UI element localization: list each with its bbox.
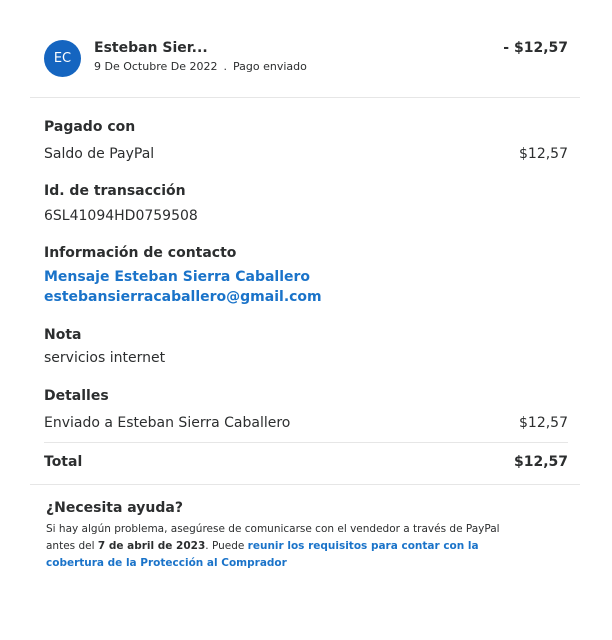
divider [44,442,568,443]
payment-amount: $12,57 [519,146,568,162]
note-label: Nota [44,327,82,343]
transaction-subtitle: 9 De Octubre De 2022. Pago enviado [94,60,307,73]
details-line: Enviado a Esteban Sierra Caballero [44,415,291,431]
paid-with-label: Pagado con [44,119,136,135]
contact-email-link[interactable]: estebansierracaballero@gmail.com [44,289,322,305]
help-title: ¿Necesita ayuda? [46,500,183,516]
message-contact-link[interactable]: Mensaje Esteban Sierra Caballero [44,269,310,285]
help-deadline: 7 de abril de 2023 [97,540,206,552]
contact-info-label: Información de contacto [44,245,237,261]
transaction-status: Pago enviado [232,60,307,73]
total-label: Total [44,454,83,470]
recipient-name: Esteban Sier... [94,40,208,56]
help-text: Si hay algún problema, asegúrese de comu… [46,521,506,572]
avatar: EC [44,40,81,77]
note-text: servicios internet [44,350,166,366]
transaction-id: 6SL41094HD0759508 [44,208,198,224]
payment-method: Saldo de PayPal [44,146,155,162]
help-text-part2: . Puede [205,540,248,552]
divider [30,97,580,98]
transaction-id-label: Id. de transacción [44,183,186,199]
divider [30,484,580,485]
total-amount: $12,57 [513,454,568,470]
subtitle-separator: . [223,60,227,73]
header-amount: - $12,57 [503,40,568,56]
details-label: Detalles [44,388,109,404]
details-amount: $12,57 [519,415,568,431]
transaction-date: 9 De Octubre De 2022 [94,60,218,73]
transaction-header: EC Esteban Sier... 9 De Octubre De 2022.… [0,0,612,98]
